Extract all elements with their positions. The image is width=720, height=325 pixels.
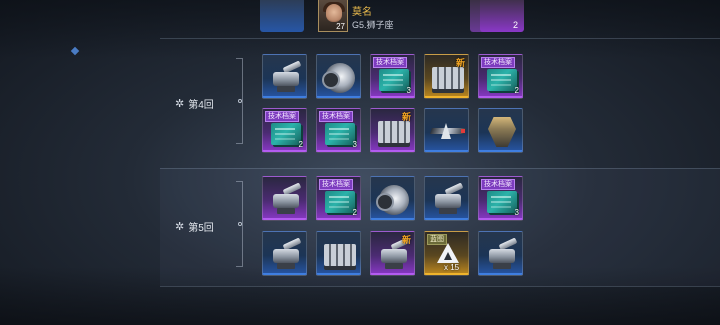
- item-tag: 技术档案: [319, 179, 353, 190]
- item-count: 2: [298, 140, 303, 149]
- rarity-bar: [317, 150, 360, 152]
- turret-icon: [269, 237, 303, 271]
- item-card[interactable]: 技术档案 2: [316, 176, 361, 221]
- launcher-icon: [269, 60, 303, 94]
- item-count: 2: [514, 86, 519, 95]
- top-reward-strip: [160, 0, 720, 36]
- item-card[interactable]: [262, 176, 307, 221]
- missile-rack-icon: [324, 244, 356, 266]
- drum-turret-icon: [376, 185, 409, 215]
- item-count: 3: [352, 140, 357, 149]
- cannon-icon: [431, 182, 465, 216]
- item-card[interactable]: 技术档案 3: [370, 54, 415, 99]
- top-slot-blue[interactable]: [260, 0, 304, 32]
- rarity-bar: [263, 273, 306, 275]
- cannon-icon: [269, 182, 303, 216]
- tech-file-icon: [325, 191, 355, 213]
- new-badge: 新: [401, 235, 411, 245]
- rarity-bar: [317, 218, 360, 220]
- tech-file-icon: [487, 191, 517, 213]
- rarity-bar: [371, 150, 414, 152]
- rarity-bar: [371, 273, 414, 275]
- blueprint-icon: [437, 243, 459, 263]
- new-badge: 新: [401, 112, 411, 122]
- item-card[interactable]: 蓝图 x 15: [424, 231, 469, 276]
- drum-turret-icon: [322, 63, 355, 93]
- rarity-bar: [479, 150, 522, 152]
- item-card[interactable]: [316, 231, 361, 276]
- rarity-bar: [317, 273, 360, 275]
- item-tag: 蓝图: [427, 234, 447, 245]
- round-5-text: 第5回: [188, 223, 214, 234]
- item-card[interactable]: [316, 54, 361, 99]
- jet-icon: [431, 123, 465, 139]
- avatar-level: 27: [336, 22, 345, 31]
- item-tag: 技术档案: [373, 57, 407, 68]
- rarity-bar: [371, 96, 414, 98]
- rarity-bar: [425, 273, 468, 275]
- tech-file-icon: [379, 69, 409, 91]
- rarity-bar: [479, 218, 522, 220]
- diamond-marker-icon: [70, 46, 80, 56]
- rarity-bar: [263, 150, 306, 152]
- claw-icon: [488, 117, 516, 147]
- user-rank: G5.狮子座: [352, 20, 394, 30]
- avatar[interactable]: 27: [318, 0, 348, 32]
- missile-rack-icon: [432, 67, 464, 89]
- item-card[interactable]: 新: [370, 108, 415, 153]
- round-4-label: ✲ 第4回: [175, 96, 214, 111]
- rarity-bar: [263, 218, 306, 220]
- rarity-bar: [479, 273, 522, 275]
- item-card[interactable]: 技术档案 2: [262, 108, 307, 153]
- round-4-bracket-dot: [238, 99, 242, 103]
- rarity-bar: [263, 96, 306, 98]
- divider-middle: [160, 168, 720, 169]
- rarity-bar: [425, 150, 468, 152]
- gear-icon: ✲: [175, 221, 185, 233]
- item-card[interactable]: 新: [370, 231, 415, 276]
- new-badge: 新: [455, 58, 465, 68]
- item-card[interactable]: 技术档案 2: [478, 54, 523, 99]
- item-tag: 技术档案: [481, 57, 515, 68]
- round-4-text: 第4回: [188, 100, 214, 111]
- item-card[interactable]: [370, 176, 415, 221]
- tech-file-icon: [487, 69, 517, 91]
- item-card[interactable]: 新: [424, 54, 469, 99]
- round-5-label: ✲ 第5回: [175, 219, 214, 234]
- rarity-bar: [479, 96, 522, 98]
- item-count: 3: [406, 86, 411, 95]
- divider-top: [160, 38, 720, 39]
- cannon-icon: [485, 237, 519, 271]
- item-count: x 15: [444, 263, 460, 272]
- rarity-bar: [371, 218, 414, 220]
- item-card[interactable]: [262, 231, 307, 276]
- item-count: 3: [514, 208, 519, 217]
- item-card[interactable]: [262, 54, 307, 99]
- divider-bottom: [160, 286, 720, 287]
- item-card[interactable]: 技术档案 3: [478, 176, 523, 221]
- item-tag: 技术档案: [265, 111, 299, 122]
- item-tag: 技术档案: [481, 179, 515, 190]
- item-card[interactable]: [478, 231, 523, 276]
- avatar-face: [326, 4, 342, 22]
- item-count: 2: [352, 208, 357, 217]
- item-card[interactable]: 技术档案 3: [316, 108, 361, 153]
- rarity-bar: [425, 96, 468, 98]
- round-5-bracket-dot: [238, 222, 242, 226]
- item-card[interactable]: [424, 108, 469, 153]
- top-slot-count: 2: [513, 20, 519, 30]
- rarity-bar: [317, 96, 360, 98]
- item-tag: 技术档案: [319, 111, 353, 122]
- gear-icon: ✲: [175, 98, 185, 110]
- missile-rack-icon: [378, 121, 410, 143]
- item-card[interactable]: [478, 108, 523, 153]
- item-card[interactable]: [424, 176, 469, 221]
- rarity-bar: [425, 218, 468, 220]
- tech-file-icon: [271, 123, 301, 145]
- user-name: 莫名: [352, 7, 372, 18]
- tech-file-icon: [325, 123, 355, 145]
